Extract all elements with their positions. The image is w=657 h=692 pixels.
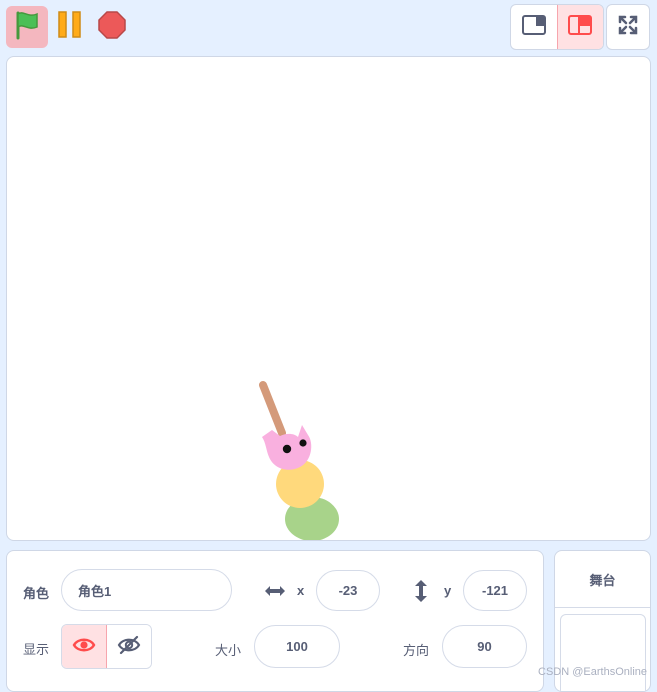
small-stage-button[interactable] bbox=[511, 5, 557, 49]
stage-thumbnail[interactable] bbox=[560, 614, 646, 691]
y-arrows-icon bbox=[413, 579, 429, 608]
sprite-name-input[interactable]: 角色1 bbox=[61, 569, 232, 611]
pause-icon bbox=[56, 10, 84, 45]
large-stage-button[interactable] bbox=[556, 5, 603, 49]
x-label: x bbox=[297, 583, 305, 598]
sprite-dango-cat[interactable] bbox=[252, 377, 352, 541]
show-sprite-button[interactable] bbox=[62, 625, 107, 668]
stage-panel-title: 舞台 bbox=[555, 551, 650, 608]
fullscreen-button[interactable] bbox=[606, 4, 650, 50]
y-position-input[interactable]: -121 bbox=[463, 570, 527, 611]
direction-label: 方向 bbox=[403, 643, 430, 658]
large-stage-icon bbox=[567, 14, 593, 41]
pause-button[interactable] bbox=[52, 6, 88, 48]
eye-icon bbox=[72, 636, 96, 659]
size-input[interactable]: 100 bbox=[254, 625, 340, 668]
sprite-label: 角色 bbox=[23, 586, 50, 601]
stage-canvas[interactable] bbox=[6, 56, 651, 541]
show-label: 显示 bbox=[23, 642, 50, 657]
x-position-input[interactable]: -23 bbox=[316, 570, 380, 611]
green-flag-button[interactable] bbox=[6, 6, 48, 48]
stop-sign-icon bbox=[97, 10, 127, 45]
sprite-info-panel: 角色 角色1 x -23 y -121 显示 大小 100 方向 90 bbox=[6, 550, 544, 692]
eye-slash-icon bbox=[117, 635, 141, 660]
green-flag-icon bbox=[13, 10, 41, 45]
y-label: y bbox=[444, 583, 452, 598]
size-label: 大小 bbox=[215, 643, 242, 658]
fullscreen-icon bbox=[617, 14, 639, 41]
visibility-toggle bbox=[61, 624, 152, 669]
x-arrows-icon bbox=[263, 581, 287, 606]
small-stage-icon bbox=[521, 14, 547, 41]
hide-sprite-button[interactable] bbox=[107, 625, 151, 668]
watermark: CSDN @EarthsOnline bbox=[538, 666, 647, 678]
direction-input[interactable]: 90 bbox=[442, 625, 527, 668]
stage-size-toggle bbox=[510, 4, 604, 50]
stop-button[interactable] bbox=[92, 6, 132, 48]
